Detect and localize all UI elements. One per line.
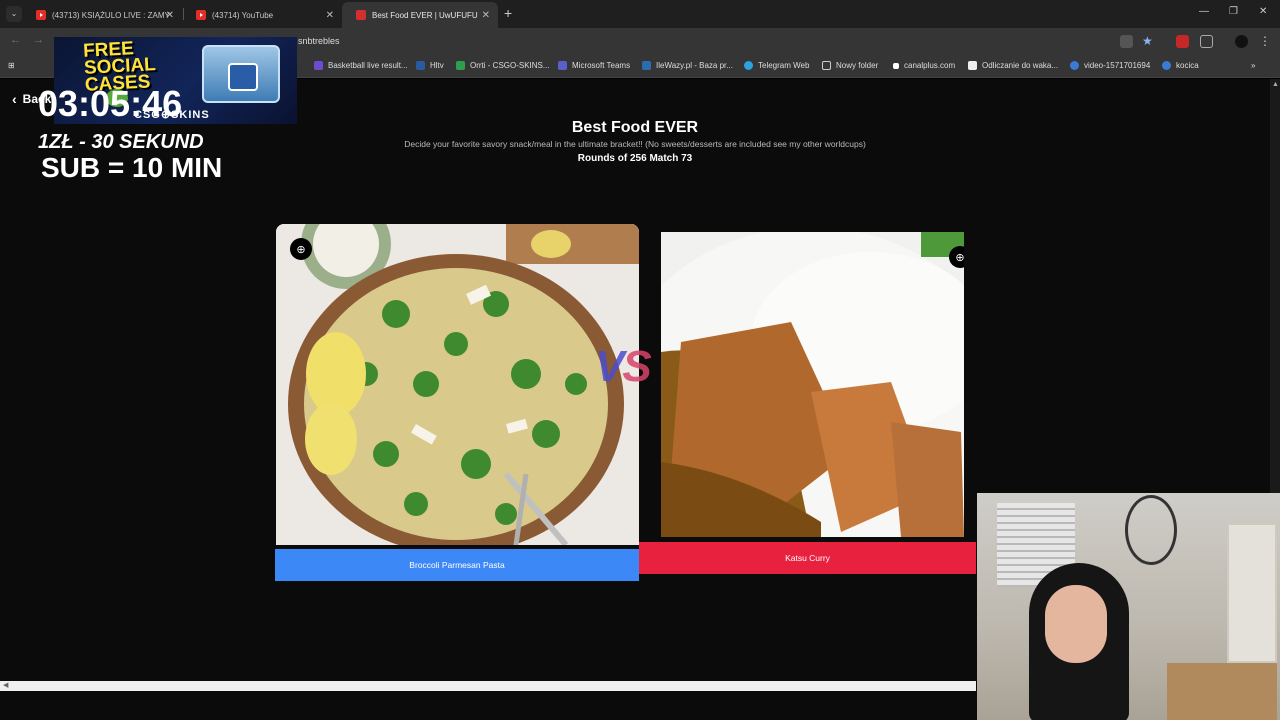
close-tab-icon[interactable]: ✕	[166, 10, 174, 21]
left-choice-button[interactable]: Broccoli Parmesan Pasta	[275, 549, 639, 581]
bookmark-favicon-icon	[1070, 61, 1079, 70]
back-nav-icon[interactable]: ←	[10, 34, 21, 46]
tab-ksiazulo[interactable]: (43713) KSIĄŻULO LIVE : ZAMY ✕	[22, 2, 182, 28]
bookmark-favicon-icon	[416, 61, 425, 70]
bookmark-favicon-icon	[744, 61, 753, 70]
stream-timer: 03:05:46	[38, 83, 183, 124]
zoom-in-icon[interactable]: ⊕	[290, 238, 312, 260]
left-choice-image[interactable]: ⊕	[276, 224, 639, 545]
bookmark-favicon-icon	[314, 61, 323, 70]
youtube-icon	[36, 10, 46, 20]
facebook-chest-icon	[202, 45, 280, 103]
bookmark-favicon-icon	[456, 61, 465, 70]
pasta-image	[276, 224, 639, 545]
tab-search-chevron-icon[interactable]: ⌄	[6, 6, 22, 22]
menu-dots-icon[interactable]: ⋮	[1259, 35, 1272, 48]
bookmark-canalplus[interactable]: canalplus.com	[893, 61, 955, 70]
streamer-face	[1045, 585, 1107, 663]
vs-label: VS	[595, 342, 652, 391]
bookmark-star-icon[interactable]: ★	[1142, 35, 1155, 48]
right-choice-image[interactable]: ⊕	[661, 232, 964, 537]
katsu-curry-image	[661, 232, 964, 537]
bookmark-basketball[interactable]: Basketball live result...	[314, 61, 408, 70]
zoom-in-icon[interactable]: ⊕	[949, 246, 964, 268]
close-tab-icon[interactable]: ✕	[326, 10, 334, 21]
right-choice-button[interactable]: Katsu Curry	[639, 542, 976, 574]
bookmark-video[interactable]: video-1571701694	[1070, 61, 1150, 70]
bookmark-teams[interactable]: Microsoft Teams	[558, 61, 630, 70]
bookmark-favicon-icon	[968, 61, 977, 70]
minimize-icon[interactable]: —	[1199, 6, 1209, 17]
bookmark-telegram[interactable]: Telegram Web	[744, 61, 809, 70]
bookmark-kocica[interactable]: kocica	[1162, 61, 1199, 70]
new-tab-icon[interactable]: +	[504, 5, 512, 21]
donation-rate: 1ZŁ - 30 SEKUND	[38, 131, 204, 153]
shelf	[1227, 523, 1277, 663]
tab-bar: ⌄ (43713) KSIĄŻULO LIVE : ZAMY ✕ (43714)…	[0, 0, 1280, 28]
bookmark-csgo-skins[interactable]: Orrti - CSGO-SKINS...	[456, 61, 550, 70]
tab-youtube[interactable]: (43714) YouTube ✕	[182, 2, 342, 28]
webcam-feed	[977, 493, 1280, 720]
translate-icon[interactable]	[1120, 35, 1133, 48]
more-bookmarks-icon[interactable]: »	[1251, 61, 1255, 70]
uwufufu-icon	[356, 10, 366, 20]
extension-icon[interactable]	[1176, 35, 1189, 48]
sub-rate: SUB = 10 MIN	[41, 152, 223, 183]
folder-icon	[822, 61, 831, 70]
bookmark-ilewazy[interactable]: IleWazy.pl - Baza pr...	[642, 61, 733, 70]
chevron-left-icon: ‹	[12, 91, 17, 107]
scroll-left-icon[interactable]: ◀	[3, 681, 8, 689]
extensions-puzzle-icon[interactable]	[1200, 35, 1213, 48]
bookmark-odliczanie[interactable]: Odliczanie do waka...	[968, 61, 1058, 70]
close-tab-icon[interactable]: ✕	[482, 10, 490, 21]
forward-nav-icon[interactable]: →	[33, 34, 44, 46]
bookmark-folder[interactable]: Nowy folder	[822, 61, 878, 70]
wall-clock	[1125, 495, 1177, 565]
close-window-icon[interactable]: ✕	[1259, 6, 1267, 17]
bookmark-favicon-icon	[893, 62, 899, 69]
scroll-up-icon[interactable]: ▲	[1272, 81, 1279, 88]
tab-best-food[interactable]: Best Food EVER | UwUFUFU ✕	[342, 2, 498, 28]
profile-avatar-icon[interactable]	[1235, 35, 1248, 48]
bookmark-favicon-icon	[642, 61, 651, 70]
apps-grid-icon[interactable]: ⊞	[8, 61, 15, 70]
address-bar[interactable]: snbtrebles	[298, 36, 340, 46]
horizontal-scrollbar[interactable]: ◀	[0, 681, 976, 691]
bookmark-hltv[interactable]: Hltv	[416, 61, 444, 70]
restore-icon[interactable]: ❐	[1229, 6, 1238, 17]
cardboard-box	[1167, 663, 1277, 720]
bookmark-favicon-icon	[1162, 61, 1171, 70]
bookmark-favicon-icon	[558, 61, 567, 70]
youtube-icon	[196, 10, 206, 20]
